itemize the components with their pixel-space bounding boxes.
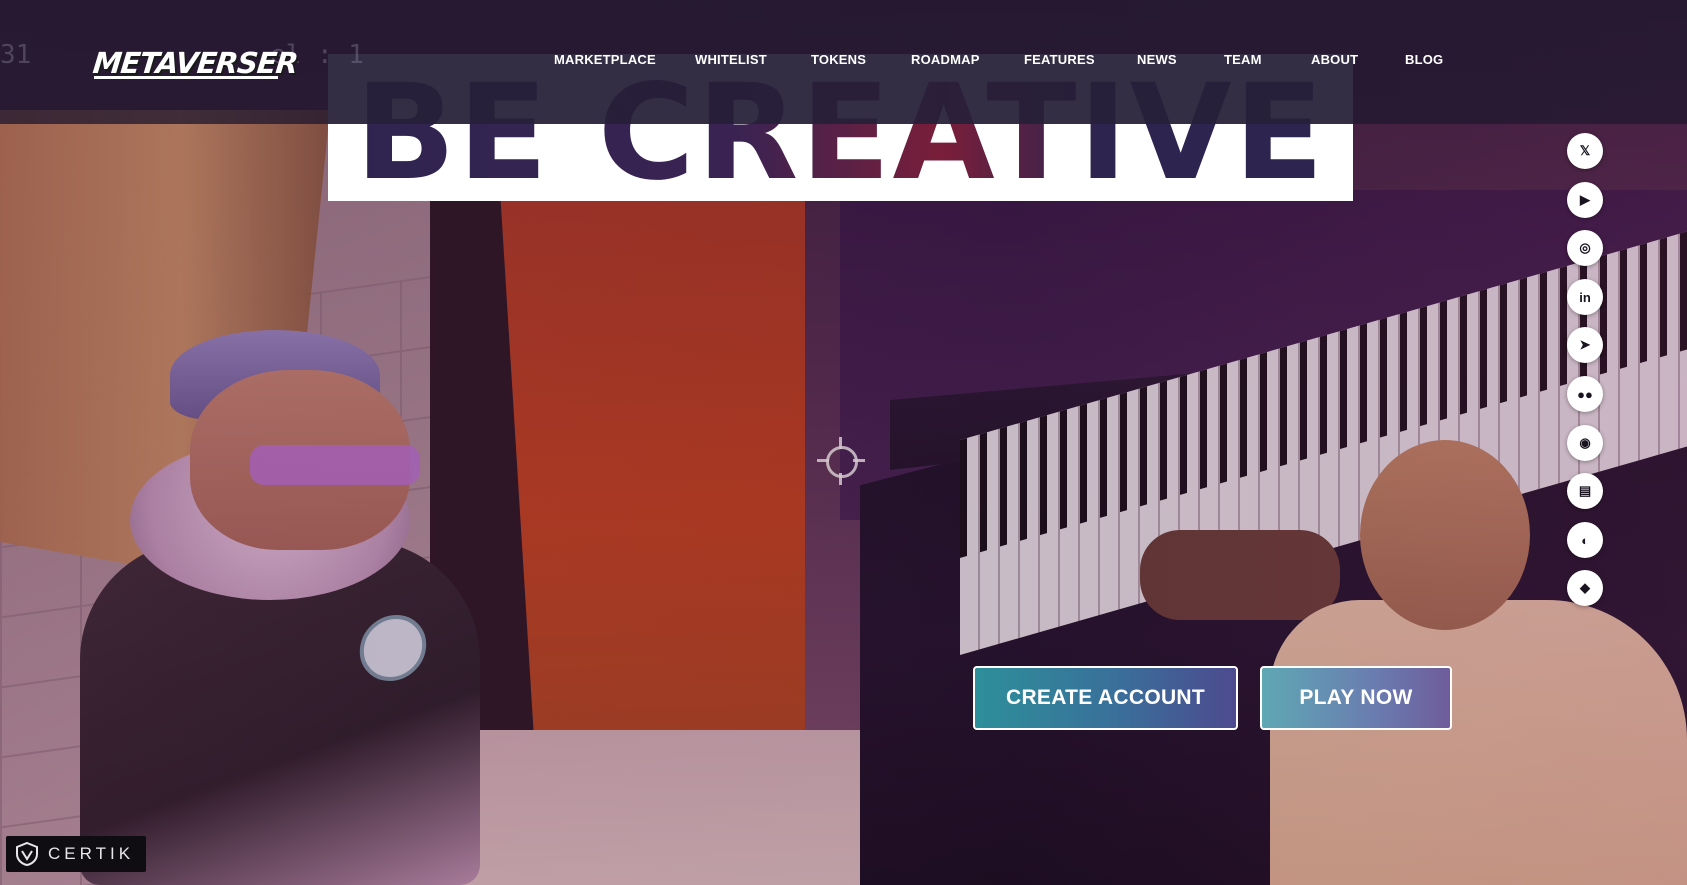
nav-item-marketplace[interactable]: MARKETPLACE <box>554 52 656 67</box>
academy-cap-glyph: ◆ <box>1580 580 1590 595</box>
youtube-glyph: ▶ <box>1580 192 1590 207</box>
nav-item-tokens[interactable]: TOKENS <box>811 52 866 67</box>
nav-item-features[interactable]: FEATURES <box>1024 52 1095 67</box>
nav-item-whitelist[interactable]: WHITELIST <box>695 52 767 67</box>
substack-glyph: ▤ <box>1578 483 1592 498</box>
github-icon[interactable]: ◉ <box>1567 425 1603 461</box>
nav-item-team[interactable]: TEAM <box>1224 52 1262 67</box>
nav-item-about[interactable]: ABOUT <box>1311 52 1358 67</box>
certik-label: CERTIK <box>48 844 135 863</box>
telegram-icon[interactable]: ➤ <box>1567 327 1603 363</box>
telegram-glyph: ➤ <box>1579 337 1591 352</box>
play-now-button[interactable]: PLAY NOW <box>1260 666 1452 730</box>
github-glyph: ◉ <box>1579 435 1591 450</box>
nav-item-news[interactable]: NEWS <box>1137 52 1177 67</box>
academy-cap-icon[interactable]: ◆ <box>1567 570 1603 606</box>
medium-glyph: ●● <box>1577 386 1593 402</box>
certik-shield-icon <box>16 841 38 867</box>
youtube-icon[interactable]: ▶ <box>1567 182 1603 218</box>
create-account-button[interactable]: CREATE ACCOUNT <box>973 666 1238 730</box>
nav-item-roadmap[interactable]: ROADMAP <box>911 52 980 67</box>
instagram-icon[interactable]: ◎ <box>1567 230 1603 266</box>
main-navigation: MARKETPLACE WHITELIST TOKENS ROADMAP FEA… <box>0 52 1687 72</box>
coingecko-icon[interactable]: ◐ <box>1567 522 1603 558</box>
x-twitter-icon[interactable]: 𝕏 <box>1567 133 1603 169</box>
brand-logo-underline <box>94 76 278 79</box>
linkedin-glyph: in <box>1579 289 1591 305</box>
x-twitter-glyph: 𝕏 <box>1579 143 1591 158</box>
crosshair-icon <box>817 437 865 485</box>
substack-icon[interactable]: ▤ <box>1567 473 1603 509</box>
nav-item-blog[interactable]: BLOG <box>1405 52 1443 67</box>
medium-icon[interactable]: ●● <box>1567 376 1603 412</box>
certik-badge[interactable]: CERTIK <box>6 836 146 872</box>
instagram-glyph: ◎ <box>1579 240 1591 255</box>
linkedin-icon[interactable]: in <box>1567 279 1603 315</box>
coingecko-glyph: ◐ <box>1581 532 1589 548</box>
